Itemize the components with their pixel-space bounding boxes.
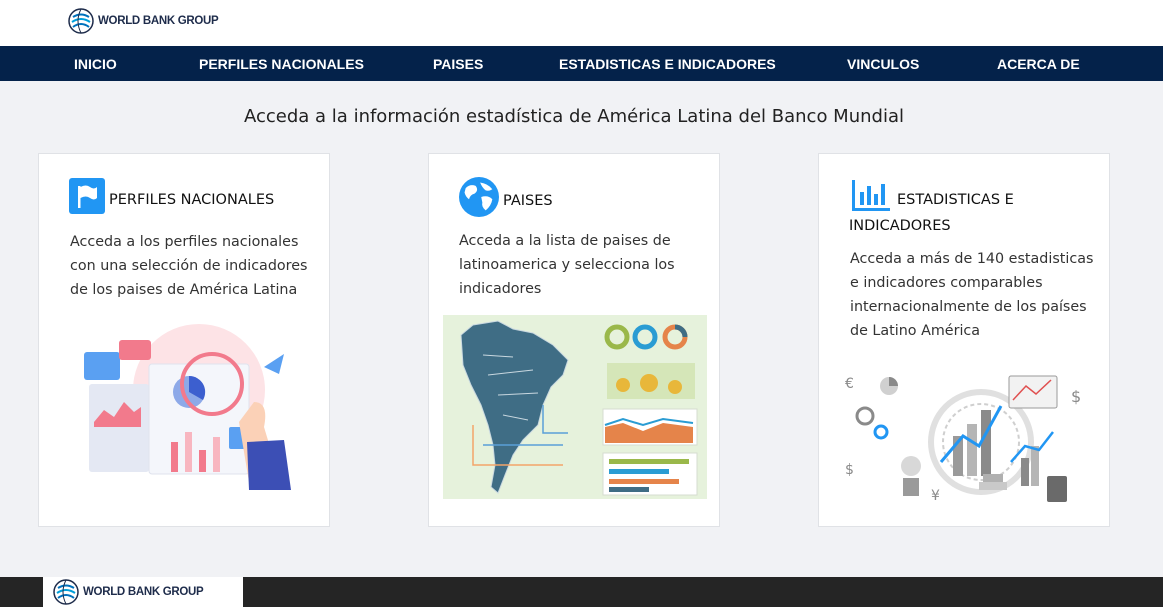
page-headline: Acceda a la información estadística de A… [244, 106, 904, 127]
nav-item-estadisticas[interactable]: ESTADISTICAS E INDICADORES [559, 56, 776, 72]
card-description: Acceda a la lista de paises de latinoame… [459, 233, 675, 297]
data-analysis-illustration [84, 324, 291, 490]
page-footer: WORLD BANK GROUP [0, 577, 1163, 607]
card-description: Acceda a los perfiles nacionales con una… [70, 234, 308, 298]
footer-world-bank-logo[interactable]: WORLD BANK GROUP [53, 579, 204, 605]
card-paises[interactable]: PAISES Acceda a la lista de paises de la… [428, 153, 720, 527]
svg-text:$: $ [1071, 387, 1081, 406]
world-bank-logo[interactable]: WORLD BANK GROUP [68, 8, 219, 34]
svg-text:$: $ [845, 462, 854, 478]
nav-item-perfiles-nacionales[interactable]: PERFILES NACIONALES [199, 56, 364, 72]
footer-logo-container: WORLD BANK GROUP [43, 577, 243, 607]
card-title-line2: INDICADORES [849, 218, 951, 234]
globe-logo-icon [68, 8, 94, 34]
svg-text:€: € [845, 376, 854, 392]
card-title-block: ESTADISTICAS E INDICADORES [849, 178, 1014, 238]
card-title: PAISES [503, 193, 553, 209]
svg-text:¥: ¥ [931, 488, 940, 504]
statistics-illustration: € $ $ ¥ [845, 375, 1081, 504]
logo-text: WORLD BANK GROUP [98, 15, 219, 27]
nav-item-paises[interactable]: PAISES [433, 56, 483, 72]
card-perfiles-nacionales[interactable]: PERFILES NACIONALES Acceda a los perfile… [38, 153, 330, 527]
card-estadisticas-indicadores[interactable]: ESTADISTICAS E INDICADORES Acceda a más … [818, 153, 1110, 527]
flag-icon [69, 178, 105, 214]
nav-item-acerca-de[interactable]: ACERCA DE [997, 56, 1080, 72]
card-title-row: PERFILES NACIONALES [69, 178, 274, 214]
globe-logo-icon [53, 579, 79, 605]
logo-text: WORLD BANK GROUP [83, 586, 204, 598]
top-bar: WORLD BANK GROUP [0, 0, 1163, 46]
card-title: PERFILES NACIONALES [109, 192, 275, 208]
card-title-line1: ESTADISTICAS E [897, 192, 1014, 208]
latin-america-map-illustration [443, 315, 707, 499]
nav-item-inicio[interactable]: INICIO [74, 56, 117, 72]
bar-chart-icon [852, 180, 890, 211]
card-title-row: PAISES [459, 177, 553, 217]
card-description: Acceda a más de 140 estadisticas e indic… [850, 251, 1094, 339]
nav-item-vinculos[interactable]: VINCULOS [847, 56, 919, 72]
main-navigation: INICIO PERFILES NACIONALES PAISES ESTADI… [0, 46, 1163, 81]
globe-icon [459, 177, 499, 217]
